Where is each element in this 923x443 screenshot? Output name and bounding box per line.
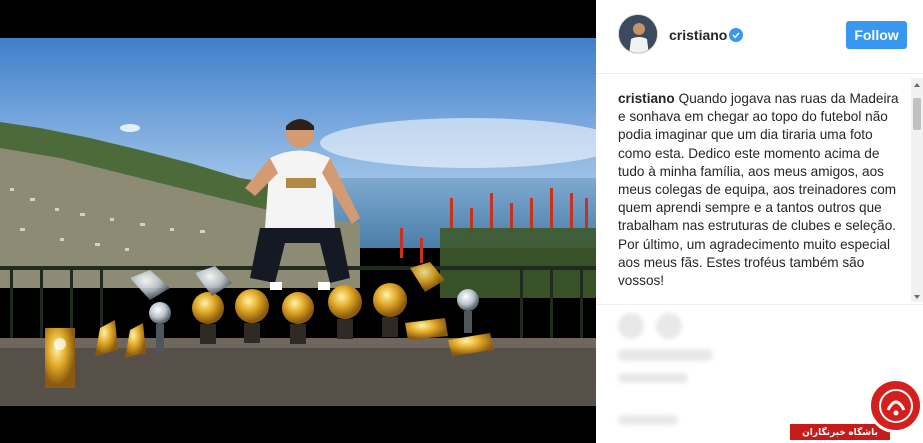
avatar[interactable] (618, 14, 658, 54)
scroll-thumb[interactable] (913, 98, 921, 130)
caption-scrollbar[interactable] (911, 78, 923, 302)
post-photo-image (0, 38, 596, 406)
watermark: باشگاه خبرنگاران (790, 378, 923, 443)
heart-icon[interactable] (618, 313, 644, 339)
scroll-up-arrow-icon[interactable] (911, 78, 923, 90)
follow-button[interactable]: Follow (846, 21, 907, 49)
watermark-label: باشگاه خبرنگاران (790, 424, 890, 440)
verified-badge-icon (729, 28, 743, 42)
comment-box-blurred (618, 415, 678, 425)
post-side-panel: cristiano Follow cristiano Quando jogava … (596, 0, 923, 443)
caption-username[interactable]: cristiano (618, 91, 675, 106)
comment-icon[interactable] (656, 313, 682, 339)
scroll-down-arrow-icon[interactable] (911, 290, 923, 302)
post-photo[interactable] (0, 38, 596, 406)
photo-pane (0, 0, 596, 443)
avatar-image (619, 15, 657, 53)
post-actions (596, 304, 923, 425)
post-header: cristiano Follow (596, 0, 923, 74)
likes-count-blurred (618, 349, 713, 361)
timestamp-blurred (618, 373, 688, 383)
caption: cristiano Quando jogava nas ruas da Madei… (618, 90, 906, 302)
watermark-logo-icon (868, 378, 923, 433)
username[interactable]: cristiano (669, 27, 727, 43)
caption-text: Quando jogava nas ruas da Madeira e sonh… (618, 91, 899, 289)
